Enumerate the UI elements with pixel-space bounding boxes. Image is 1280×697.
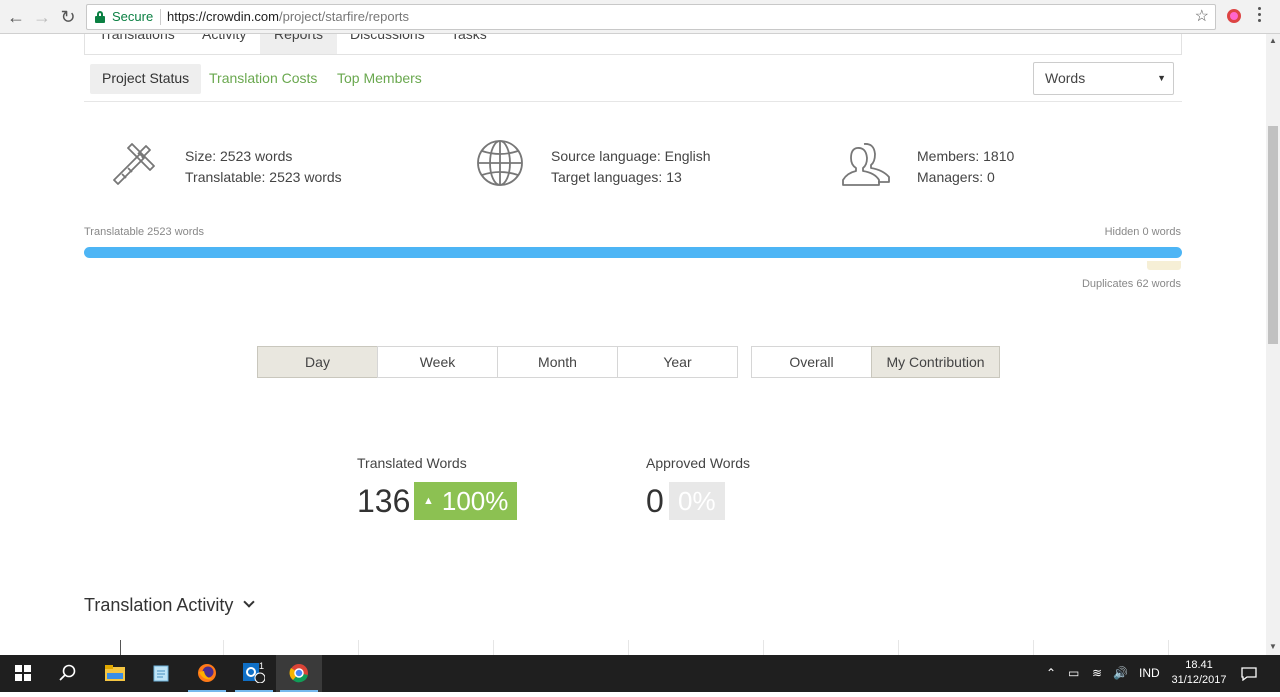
unit-select-value: Words — [1045, 70, 1086, 86]
page-content: Translations Activity Reports Discussion… — [0, 34, 1266, 655]
search-icon[interactable] — [45, 655, 91, 692]
scope-overall-button[interactable]: Overall — [751, 346, 872, 378]
mail-badge: 1 — [259, 661, 265, 671]
bookmark-star-icon[interactable]: ☆ — [1195, 6, 1209, 26]
reload-icon[interactable]: ↻ — [57, 6, 79, 28]
size-text: Size: 2523 words — [185, 148, 293, 164]
chrome-icon[interactable] — [276, 655, 322, 692]
chart-gridline — [763, 640, 764, 655]
period-selector: Day Week Month Year — [257, 346, 738, 378]
globe-icon — [477, 140, 523, 186]
chart-gridline — [1168, 640, 1169, 655]
wifi-icon[interactable]: ≋ — [1092, 655, 1102, 692]
extension-icon[interactable] — [1227, 9, 1241, 23]
translated-words-metric: Translated Words 136 ▲ 100% — [357, 455, 518, 520]
input-language[interactable]: IND — [1139, 655, 1160, 692]
caliper-icon — [113, 143, 155, 185]
system-clock[interactable]: 18.41 31/12/2017 — [1168, 658, 1230, 688]
duplicates-bar — [1147, 261, 1181, 270]
forward-arrow-icon[interactable]: → — [31, 6, 53, 28]
browser-menu-icon[interactable] — [1258, 7, 1262, 25]
period-week-button[interactable]: Week — [377, 346, 498, 378]
address-separator — [160, 9, 161, 25]
translated-change-value: 100% — [441, 486, 509, 516]
scroll-down-icon[interactable]: ▼ — [1269, 642, 1277, 651]
windows-taskbar: 1 ⌃ ▭ ≋ 🔊 IND 18.41 31/12/2017 — [0, 655, 1280, 692]
windows-start-icon[interactable] — [0, 655, 46, 692]
battery-icon[interactable]: ▭ — [1068, 655, 1079, 692]
chevron-down-icon: ▼ — [1157, 73, 1166, 83]
tab-project-status[interactable]: Project Status — [90, 64, 202, 94]
target-languages-text: Target languages: 13 — [551, 169, 682, 185]
back-arrow-icon[interactable]: ← — [5, 6, 27, 28]
scope-my-contribution-button[interactable]: My Contribution — [871, 346, 1000, 378]
tab-discussions[interactable]: Discussions — [336, 34, 439, 54]
chart-gridline — [358, 640, 359, 655]
approved-change-badge: 0% — [669, 482, 725, 520]
url-path: /project/starfire/reports — [279, 9, 410, 24]
scroll-up-icon[interactable]: ▲ — [1269, 36, 1277, 45]
chart-axis — [120, 640, 121, 655]
members-text: Members: 1810 — [917, 148, 1015, 164]
unit-select[interactable]: Words ▼ — [1033, 62, 1174, 95]
main-tabs: Translations Activity Reports Discussion… — [84, 34, 1182, 55]
chart-gridline — [628, 640, 629, 655]
managers-text: Managers: 0 — [917, 169, 995, 185]
tab-tasks[interactable]: Tasks — [437, 34, 501, 54]
page-scrollbar[interactable]: ▲ ▼ — [1266, 34, 1280, 655]
translation-progress-bar — [84, 247, 1182, 258]
translated-change-badge: ▲ 100% — [414, 482, 518, 520]
period-year-button[interactable]: Year — [617, 346, 738, 378]
approved-change-value: 0% — [678, 486, 716, 516]
browser-toolbar: ← → ↻ Secure https://crowdin.com/project… — [0, 0, 1280, 34]
tab-activity[interactable]: Activity — [188, 34, 260, 54]
duplicates-words-label: Duplicates 62 words — [1081, 278, 1181, 290]
hidden-words-label: Hidden 0 words — [1104, 226, 1181, 238]
address-bar[interactable]: Secure https://crowdin.com/project/starf… — [86, 4, 1216, 30]
outlook-icon[interactable]: 1 — [231, 655, 277, 692]
tab-top-members[interactable]: Top Members — [325, 64, 434, 94]
members-icon — [842, 143, 890, 186]
url-host: https://crowdin.com — [167, 9, 279, 24]
firefox-icon[interactable] — [184, 655, 230, 692]
clock-date: 31/12/2017 — [1171, 674, 1227, 686]
approved-words-label: Approved Words — [646, 455, 751, 471]
tab-reports[interactable]: Reports — [260, 34, 338, 54]
tab-translations[interactable]: Translations — [85, 34, 189, 54]
file-explorer-icon[interactable] — [92, 655, 138, 692]
translatable-words-label: Translatable 2523 words — [84, 226, 205, 238]
translated-words-label: Translated Words — [357, 455, 467, 471]
period-day-button[interactable]: Day — [257, 346, 378, 378]
scope-selector: Overall My Contribution — [751, 346, 1000, 378]
translatable-text: Translatable: 2523 words — [185, 169, 342, 185]
chart-gridline — [898, 640, 899, 655]
notifications-icon[interactable] — [1241, 655, 1257, 692]
notepad-icon[interactable] — [138, 655, 184, 692]
volume-icon[interactable]: 🔊 — [1113, 655, 1128, 692]
period-month-button[interactable]: Month — [497, 346, 618, 378]
chart-gridline — [493, 640, 494, 655]
approved-words-value: 0 — [646, 483, 664, 519]
divider — [84, 101, 1182, 102]
translation-activity-title: Translation Activity — [84, 595, 234, 615]
clock-time: 18.41 — [1185, 659, 1213, 671]
scroll-thumb[interactable] — [1268, 126, 1278, 344]
lock-icon — [95, 11, 105, 23]
show-hidden-icons-icon[interactable]: ⌃ — [1046, 655, 1056, 692]
approved-words-metric: Approved Words 0 0% — [646, 455, 751, 520]
up-triangle-icon: ▲ — [423, 495, 434, 507]
translation-activity-heading[interactable]: Translation Activity — [84, 595, 256, 616]
chart-gridline — [223, 640, 224, 655]
translated-words-value: 136 — [357, 483, 411, 519]
chevron-down-icon — [243, 596, 256, 608]
source-language-text: Source language: English — [551, 148, 711, 164]
tab-translation-costs[interactable]: Translation Costs — [197, 64, 329, 94]
url-text[interactable]: https://crowdin.com/project/starfire/rep… — [167, 9, 409, 24]
chart-gridline — [1033, 640, 1034, 655]
secure-label: Secure — [112, 9, 154, 24]
